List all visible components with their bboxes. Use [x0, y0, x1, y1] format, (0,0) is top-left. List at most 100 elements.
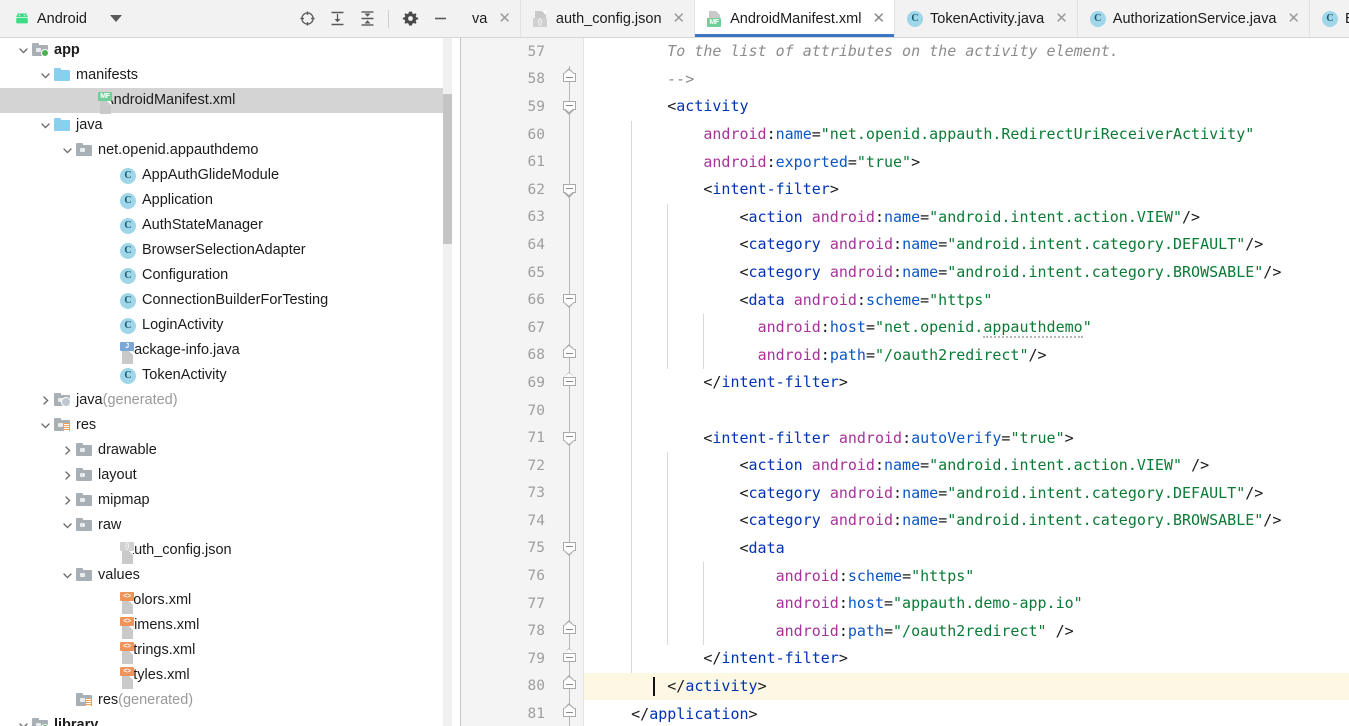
code-line[interactable]: 59 <activity	[461, 93, 1349, 121]
tree-item-authstatemanager[interactable]: C AuthStateManager	[0, 213, 460, 238]
tree-item-configuration[interactable]: C Configuration	[0, 263, 460, 288]
code-text[interactable]: <category android:name="android.intent.c…	[583, 485, 1349, 501]
tree-item-manifests[interactable]: manifests	[0, 63, 460, 88]
tree-item-layout[interactable]: layout	[0, 463, 460, 488]
editor-tab-en[interactable]: C En	[1309, 0, 1349, 37]
editor-tab-va[interactable]: va ✕	[460, 0, 521, 37]
fold-gutter[interactable]	[557, 479, 583, 508]
code-text[interactable]: -->	[583, 71, 1349, 87]
chevron-down-icon[interactable]	[58, 145, 76, 156]
code-line[interactable]: 69 </intent-filter>	[461, 369, 1349, 397]
fold-gutter[interactable]	[557, 313, 583, 342]
code-line[interactable]: 72 <action android:name="android.intent.…	[461, 451, 1349, 480]
fold-gutter[interactable]	[557, 451, 583, 480]
code-text[interactable]: <activity	[583, 99, 1349, 114]
code-text[interactable]: </application>	[583, 706, 1349, 722]
code-line[interactable]: 57 To the list of attributes on the acti…	[461, 38, 1349, 66]
tree-item-colors-xml[interactable]: <> colors.xml	[0, 588, 460, 614]
scrollbar-thumb[interactable]	[443, 94, 452, 244]
fold-collapse-start-icon[interactable]	[563, 183, 576, 198]
chevron-right-icon[interactable]	[58, 445, 76, 456]
code-text[interactable]: </activity>	[583, 678, 1349, 694]
collapse-all-icon[interactable]	[353, 6, 381, 32]
tree-item-library[interactable]: library	[0, 713, 460, 726]
tree-item-app[interactable]: app	[0, 38, 460, 63]
fold-collapse-start-icon[interactable]	[563, 432, 576, 447]
tree-item-java[interactable]: java	[0, 113, 460, 138]
chevron-down-icon[interactable]	[14, 45, 32, 56]
fold-collapse-start-icon[interactable]	[563, 542, 576, 557]
code-text[interactable]: <data android:scheme="https"	[583, 292, 1349, 308]
fold-gutter[interactable]	[557, 700, 583, 726]
code-line[interactable]: 64 <category android:name="android.inten…	[461, 231, 1349, 259]
code-text[interactable]: <action android:name="android.intent.act…	[583, 458, 1349, 473]
code-text[interactable]: android:path="/oauth2redirect" />	[583, 623, 1349, 639]
code-text[interactable]: </intent-filter>	[583, 651, 1349, 666]
fold-gutter[interactable]	[557, 562, 583, 590]
fold-gutter[interactable]	[557, 286, 583, 314]
select-opened-file-icon[interactable]	[293, 6, 321, 32]
code-line[interactable]: 78 android:path="/oauth2redirect" />	[461, 617, 1349, 646]
fold-gutter[interactable]	[557, 175, 583, 204]
fold-gutter[interactable]	[557, 65, 583, 94]
code-line[interactable]: 62 <intent-filter>	[461, 175, 1349, 204]
code-text[interactable]: android:path="/oauth2redirect"/>	[583, 347, 1349, 363]
fold-gutter[interactable]	[557, 258, 583, 287]
fold-gutter[interactable]	[557, 369, 583, 397]
tree-item-application[interactable]: C Application	[0, 188, 460, 213]
chevron-right-icon[interactable]	[58, 495, 76, 506]
fold-gutter[interactable]	[557, 93, 583, 121]
fold-collapse-end-icon[interactable]	[563, 647, 576, 666]
chevron-down-icon[interactable]	[14, 720, 32, 726]
code-text[interactable]: android:scheme="https"	[583, 568, 1349, 584]
tree-item-auth-config-json[interactable]: {} auth_config.json	[0, 538, 460, 564]
code-line[interactable]: 58 -->	[461, 65, 1349, 94]
fold-gutter[interactable]	[557, 341, 583, 370]
tree-item-raw[interactable]: raw	[0, 513, 460, 538]
code-text[interactable]: android:name="net.openid.appauth.Redirec…	[583, 127, 1349, 142]
fold-collapse-end-icon[interactable]	[563, 703, 576, 721]
tree-item-res[interactable]: res	[0, 413, 460, 438]
fold-gutter[interactable]	[557, 148, 583, 176]
project-tree[interactable]: app manifests MF AndroidManifest.xml java net…	[0, 38, 460, 726]
fold-collapse-end-icon[interactable]	[563, 371, 576, 390]
hide-panel-icon[interactable]	[426, 6, 454, 32]
tree-item-mipmap[interactable]: mipmap	[0, 488, 460, 513]
fold-gutter[interactable]	[557, 231, 583, 259]
tree-item-package-info-java[interactable]: Jpackage-info.java	[0, 338, 460, 364]
code-line[interactable]: 75 <data	[461, 534, 1349, 563]
fold-gutter[interactable]	[557, 534, 583, 563]
project-tree-scrollbar[interactable]	[443, 38, 452, 726]
fold-gutter[interactable]	[557, 507, 583, 535]
fold-collapse-end-icon[interactable]	[563, 68, 576, 86]
code-text[interactable]: <action android:name="android.intent.act…	[583, 209, 1349, 225]
fold-gutter[interactable]	[557, 38, 583, 66]
close-icon[interactable]: ✕	[673, 11, 686, 26]
code-text[interactable]: <data	[583, 540, 1349, 556]
tree-item-values[interactable]: values	[0, 563, 460, 588]
editor-tab-auth-config-json[interactable]: {} auth_config.json ✕	[520, 0, 696, 37]
fold-collapse-end-icon[interactable]	[563, 344, 576, 362]
settings-gear-icon[interactable]	[396, 6, 424, 32]
code-text[interactable]: <intent-filter android:autoVerify="true"…	[583, 430, 1349, 446]
code-line[interactable]: 67 android:host="net.openid.appauthdemo"	[461, 313, 1349, 342]
tree-item-net-openid-appauthdemo[interactable]: net.openid.appauthdemo	[0, 138, 460, 163]
editor-tab-authorizationservice-java[interactable]: C AuthorizationService.java ✕	[1077, 0, 1310, 37]
fold-gutter[interactable]	[557, 120, 583, 149]
fold-gutter[interactable]	[557, 645, 583, 673]
code-text[interactable]: android:host="net.openid.appauthdemo"	[583, 318, 1349, 339]
code-line[interactable]: 68 android:path="/oauth2redirect"/>	[461, 341, 1349, 370]
tree-item-dimens-xml[interactable]: <> dimens.xml	[0, 613, 460, 639]
fold-gutter[interactable]	[557, 589, 583, 618]
tree-item-strings-xml[interactable]: <> strings.xml	[0, 638, 460, 664]
project-view-selector[interactable]: Android	[14, 11, 122, 27]
code-text[interactable]: <category android:name="android.intent.c…	[583, 237, 1349, 252]
code-line[interactable]: 70	[461, 396, 1349, 425]
code-editor[interactable]: 57 To the list of attributes on the acti…	[461, 38, 1349, 726]
fold-gutter[interactable]	[557, 672, 583, 701]
fold-gutter[interactable]	[557, 203, 583, 232]
code-text[interactable]: </intent-filter>	[583, 375, 1349, 390]
code-text[interactable]: android:host="appauth.demo-app.io"	[583, 596, 1349, 611]
code-line[interactable]: 66 <data android:scheme="https"	[461, 286, 1349, 314]
close-icon[interactable]: ✕	[872, 11, 885, 26]
